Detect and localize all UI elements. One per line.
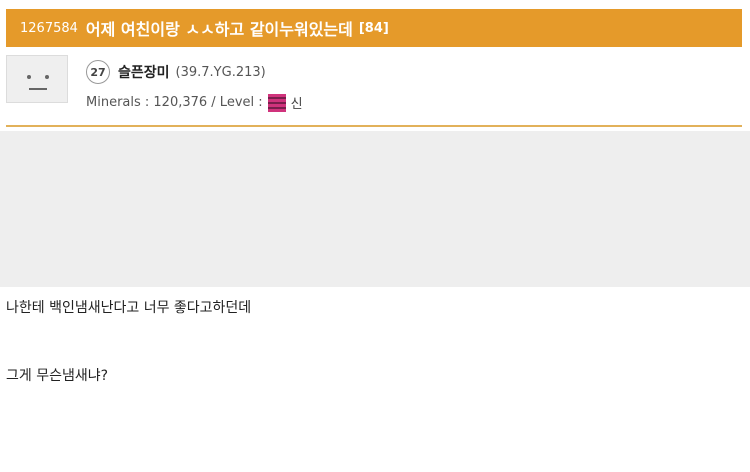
author-row: 27 슬픈장미 (39.7.YG.213) bbox=[86, 60, 266, 84]
comment-count[interactable]: [84] bbox=[359, 21, 389, 36]
author-info: 27 슬픈장미 (39.7.YG.213) Minerals : 120,376… bbox=[6, 51, 742, 127]
level-number-badge: 27 bbox=[86, 60, 110, 84]
avatar-mouth-icon bbox=[29, 88, 47, 90]
post-title[interactable]: 어제 여친이랑 ㅅㅅ하고 같이누워있는데 bbox=[86, 16, 353, 40]
avatar-eye-icon bbox=[27, 75, 31, 79]
post-title-bar: 1267584 어제 여친이랑 ㅅㅅ하고 같이누워있는데 [84] bbox=[6, 9, 742, 47]
level-name: 신 bbox=[290, 97, 303, 112]
author-stats: Minerals : 120,376 / Level : 신 bbox=[86, 93, 303, 112]
avatar[interactable] bbox=[6, 55, 68, 103]
avatar-eye-icon bbox=[45, 75, 49, 79]
post-id: 1267584 bbox=[20, 20, 78, 36]
author-nickname[interactable]: 슬픈장미 bbox=[118, 62, 170, 82]
post-body-line: 그게 무슨냄새냐? bbox=[6, 368, 109, 384]
post-body-line: 나한테 백인냄새난다고 너무 좋다고하던데 bbox=[6, 300, 252, 316]
level-badge-icon bbox=[267, 93, 286, 112]
minerals-level-label: Minerals : 120,376 / Level : bbox=[86, 95, 263, 110]
post-image-placeholder bbox=[0, 131, 750, 287]
author-ip: (39.7.YG.213) bbox=[175, 64, 266, 80]
post-body: 나한테 백인냄새난다고 너무 좋다고하던데 그게 무슨냄새냐? bbox=[6, 296, 251, 388]
